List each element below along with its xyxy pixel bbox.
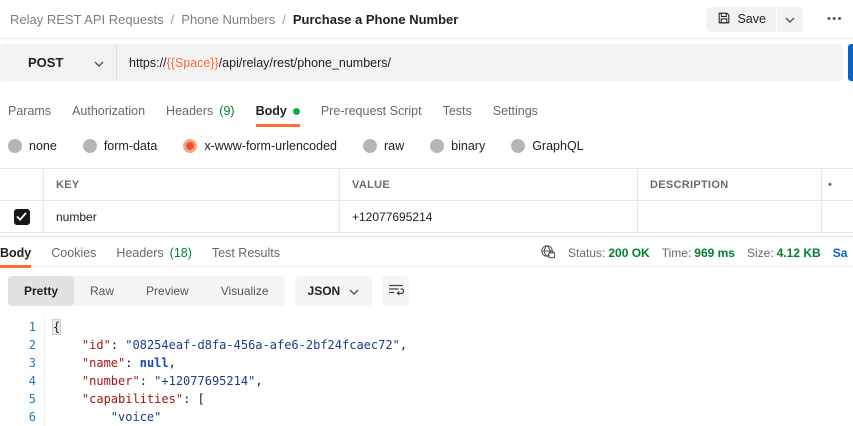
check-icon bbox=[16, 212, 27, 221]
chevron-down-icon bbox=[349, 284, 359, 298]
line-number: 3 bbox=[0, 354, 36, 372]
url-scheme: https:// bbox=[129, 56, 167, 70]
breadcrumb: Relay REST API Requests / Phone Numbers … bbox=[10, 12, 458, 27]
save-icon bbox=[717, 11, 731, 28]
line-number: 6 bbox=[0, 408, 36, 426]
tab-tests[interactable]: Tests bbox=[443, 95, 472, 127]
row-checkbox[interactable] bbox=[14, 209, 30, 225]
view-raw[interactable]: Raw bbox=[74, 276, 130, 306]
table-row: number +12077695214 bbox=[0, 201, 853, 233]
breadcrumb-folder[interactable]: Phone Numbers bbox=[181, 12, 275, 27]
url-path: /api/relay/rest/phone_numbers/ bbox=[219, 56, 391, 70]
view-visualize[interactable]: Visualize bbox=[205, 276, 285, 306]
format-selector[interactable]: JSON bbox=[295, 276, 373, 306]
size-badge: Size: 4.12 KB bbox=[747, 246, 821, 260]
format-label: JSON bbox=[308, 284, 341, 298]
radio-icon bbox=[83, 139, 97, 153]
tab-response-body[interactable]: Body bbox=[0, 237, 31, 268]
radio-icon bbox=[430, 139, 444, 153]
save-button-label: Save bbox=[737, 12, 766, 26]
topbar-actions: Save ••• bbox=[707, 7, 843, 32]
tab-pre-request-script[interactable]: Pre-request Script bbox=[321, 95, 422, 127]
body-mode-options: none form-data x-www-form-urlencoded raw… bbox=[0, 132, 853, 159]
url-input[interactable]: https://{{Space}}/api/relay/rest/phone_n… bbox=[117, 56, 843, 70]
mode-form-data[interactable]: form-data bbox=[83, 139, 158, 153]
line-number: 5 bbox=[0, 390, 36, 408]
save-response-link[interactable]: Sa bbox=[833, 246, 848, 260]
chevron-down-icon bbox=[94, 55, 104, 70]
tab-authorization[interactable]: Authorization bbox=[72, 95, 145, 127]
method-label: POST bbox=[28, 55, 63, 70]
code-line: 2 "id": "08254eaf-d8fa-456a-afe6-2bf24fc… bbox=[0, 336, 853, 354]
view-pretty[interactable]: Pretty bbox=[8, 276, 74, 306]
send-button[interactable] bbox=[848, 44, 853, 81]
table-more-icon[interactable]: • bbox=[822, 169, 853, 200]
mode-none[interactable]: none bbox=[8, 139, 57, 153]
response-view-toolbar: Pretty Raw Preview Visualize JSON bbox=[8, 276, 409, 306]
view-preview[interactable]: Preview bbox=[130, 276, 205, 306]
response-meta: Status: 200 OK Time: 969 ms Size: 4.12 K… bbox=[540, 237, 847, 268]
wrap-line-button[interactable] bbox=[382, 276, 409, 306]
method-selector[interactable]: POST bbox=[0, 44, 116, 81]
breadcrumb-collection[interactable]: Relay REST API Requests bbox=[10, 12, 164, 27]
breadcrumb-request-name[interactable]: Purchase a Phone Number bbox=[293, 12, 458, 27]
description-cell[interactable] bbox=[638, 201, 822, 232]
tab-test-results[interactable]: Test Results bbox=[212, 237, 280, 268]
table-header-row: KEY VALUE DESCRIPTION • bbox=[0, 169, 853, 201]
value-cell[interactable]: +12077695214 bbox=[340, 201, 638, 232]
wrap-line-icon bbox=[388, 282, 404, 301]
time-badge: Time: 969 ms bbox=[662, 246, 735, 260]
column-header-description: DESCRIPTION bbox=[638, 169, 822, 200]
breadcrumb-separator: / bbox=[171, 12, 175, 27]
code-line: 1{ bbox=[0, 318, 853, 336]
tab-settings[interactable]: Settings bbox=[493, 95, 538, 127]
line-number: 1 bbox=[0, 318, 36, 336]
network-info-icon[interactable] bbox=[540, 244, 556, 262]
radio-icon bbox=[363, 139, 377, 153]
tab-headers[interactable]: Headers (9) bbox=[166, 95, 235, 127]
breadcrumb-separator: / bbox=[282, 12, 286, 27]
url-variable: {{Space}} bbox=[167, 56, 219, 70]
line-number: 2 bbox=[0, 336, 36, 354]
response-body-code[interactable]: 1{2 "id": "08254eaf-d8fa-456a-afe6-2bf24… bbox=[0, 312, 853, 418]
mode-binary[interactable]: binary bbox=[430, 139, 485, 153]
code-line: 5 "capabilities": [ bbox=[0, 390, 853, 408]
urlencoded-params-table: KEY VALUE DESCRIPTION • number +12077695… bbox=[0, 168, 853, 233]
tab-cookies[interactable]: Cookies bbox=[51, 237, 96, 268]
tab-params[interactable]: Params bbox=[8, 95, 51, 127]
code-line: 6 "voice" bbox=[0, 408, 853, 426]
view-segmented-control: Pretty Raw Preview Visualize bbox=[8, 276, 285, 306]
save-options-button[interactable] bbox=[777, 7, 803, 32]
headers-count-badge: (9) bbox=[219, 104, 234, 118]
code-line: 4 "number": "+12077695214", bbox=[0, 372, 853, 390]
chevron-down-icon bbox=[785, 12, 795, 26]
more-options-button[interactable]: ••• bbox=[827, 13, 843, 25]
column-header-key: KEY bbox=[44, 169, 340, 200]
radio-selected-icon bbox=[183, 139, 197, 153]
mode-x-www-form-urlencoded[interactable]: x-www-form-urlencoded bbox=[183, 139, 337, 153]
line-number: 4 bbox=[0, 372, 36, 390]
column-header-value: VALUE bbox=[340, 169, 638, 200]
response-tabs: Body Cookies Headers (18) Test Results bbox=[0, 237, 280, 268]
status-badge: Status: 200 OK bbox=[568, 246, 650, 260]
save-button[interactable]: Save bbox=[707, 7, 776, 32]
code-lines: 1{2 "id": "08254eaf-d8fa-456a-afe6-2bf24… bbox=[0, 318, 853, 426]
topbar: Relay REST API Requests / Phone Numbers … bbox=[0, 0, 853, 39]
key-cell[interactable]: number bbox=[44, 201, 340, 232]
header-checkbox-cell bbox=[0, 169, 44, 200]
request-url-bar: POST https://{{Space}}/api/relay/rest/ph… bbox=[0, 44, 843, 81]
tab-body[interactable]: Body bbox=[256, 95, 300, 127]
body-active-dot-icon bbox=[293, 108, 300, 115]
response-headers-count-badge: (18) bbox=[170, 246, 192, 260]
radio-icon bbox=[8, 139, 22, 153]
mode-raw[interactable]: raw bbox=[363, 139, 404, 153]
tab-response-headers[interactable]: Headers (18) bbox=[116, 237, 191, 268]
radio-icon bbox=[511, 139, 525, 153]
request-tabs: Params Authorization Headers (9) Body Pr… bbox=[0, 95, 853, 127]
mode-graphql[interactable]: GraphQL bbox=[511, 139, 583, 153]
code-line: 3 "name": null, bbox=[0, 354, 853, 372]
response-section-bar: Body Cookies Headers (18) Test Results S… bbox=[0, 236, 853, 267]
